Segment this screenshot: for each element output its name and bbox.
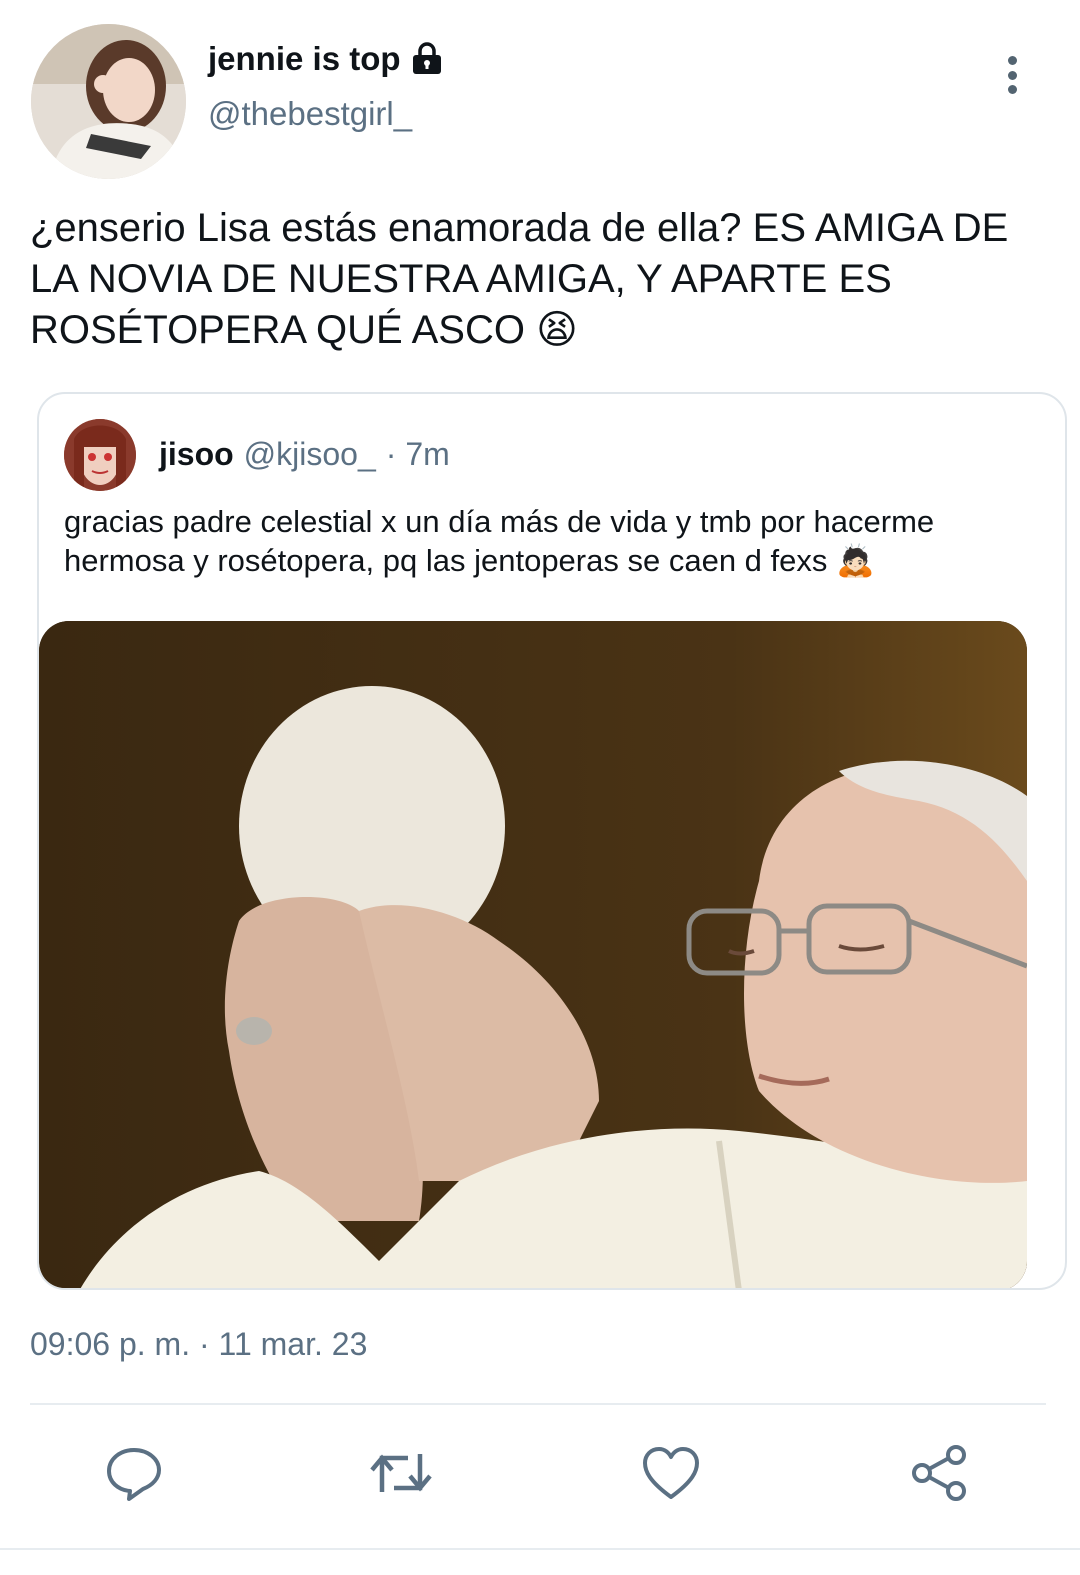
action-bar [0,1440,1080,1520]
share-button[interactable] [905,1440,975,1510]
author-handle[interactable]: @thebestgirl_ [208,95,412,133]
heart-icon [641,1445,701,1506]
more-dot [1007,70,1017,80]
reply-button[interactable] [99,1440,169,1510]
quoted-tweet-header: jisoo @kjisoo_ · 7m [159,436,450,473]
retweet-icon [368,1444,434,1507]
divider [30,1403,1046,1405]
quoted-tweet-text: gracias padre celestial x un día más de … [64,504,935,578]
author-avatar[interactable] [31,24,186,179]
quoted-display-name: jisoo [159,436,234,472]
more-options-button[interactable] [992,50,1032,100]
tweet-text: ¿enserio Lisa estás enamorada de ella? E… [30,206,1009,352]
quoted-tweet[interactable]: jisoo @kjisoo_ · 7m gracias padre celest… [37,392,1067,1290]
author-name-text: jennie is top [208,40,401,77]
more-dot [1007,85,1017,94]
tweet-header: jennie is top @thebestgirl_ [0,0,1080,190]
like-button[interactable] [636,1440,706,1510]
lock-icon [411,42,443,76]
quoted-time: · 7m [385,436,450,472]
reply-icon [105,1444,163,1507]
share-icon [910,1443,970,1508]
retweet-button[interactable] [366,1440,436,1510]
quoted-tweet-image[interactable] [39,621,1027,1288]
quoted-author-avatar [64,419,136,491]
bottom-divider [0,1548,1080,1550]
quoted-handle: @kjisoo_ [243,436,376,472]
more-vertical-icon [1007,56,1017,65]
tweet-timestamp[interactable]: 09:06 p. m. · 11 mar. 23 [30,1326,367,1363]
author-display-name[interactable]: jennie is top [208,40,443,78]
